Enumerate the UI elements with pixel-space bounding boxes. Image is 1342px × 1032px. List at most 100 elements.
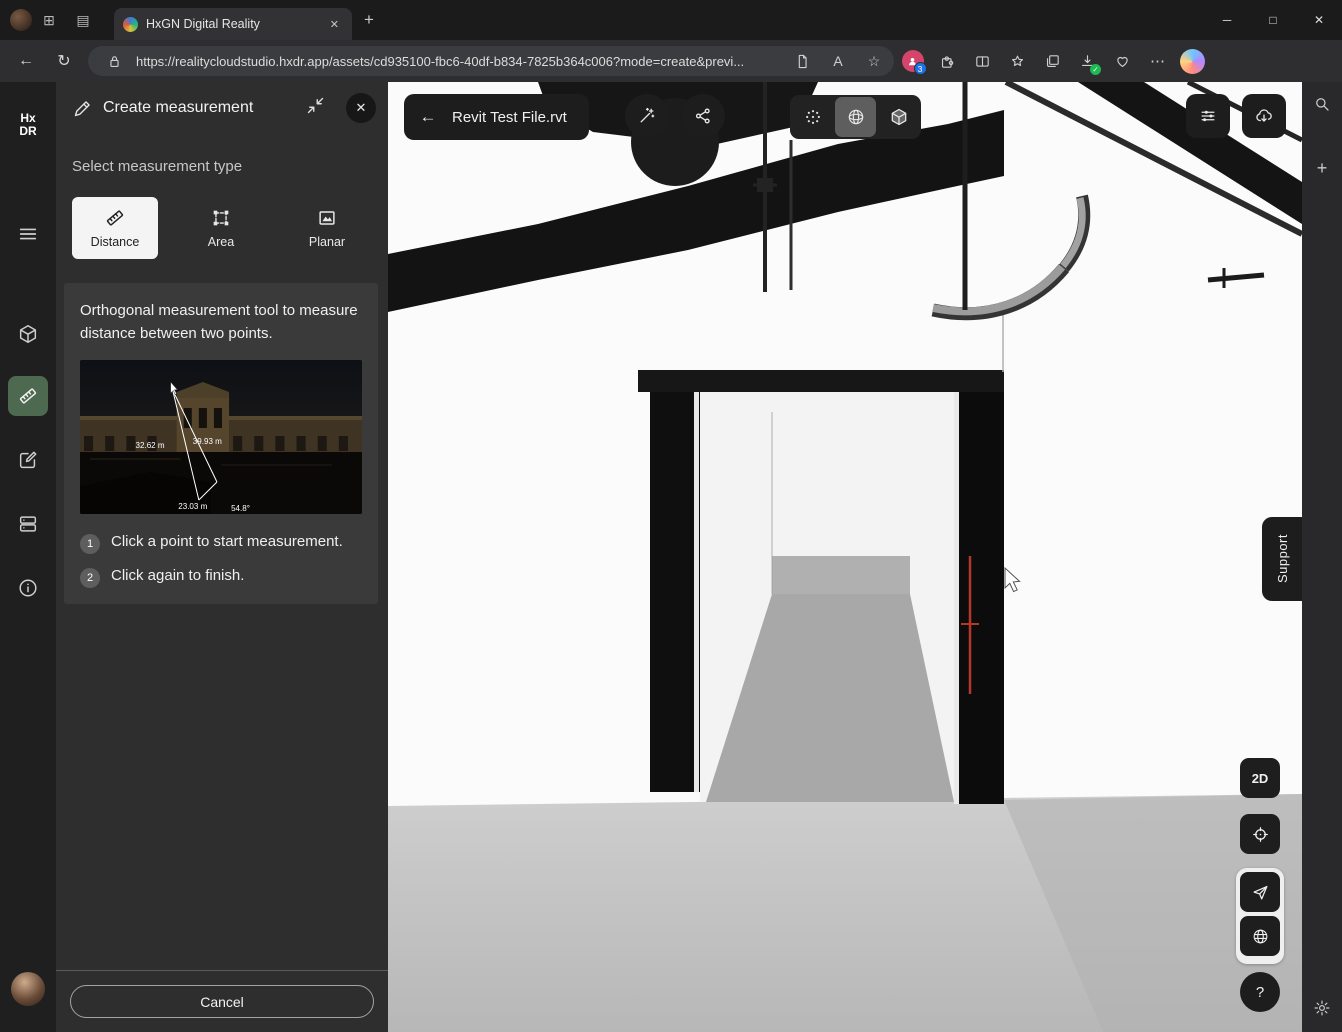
extensions-icon[interactable] [931,45,964,77]
copilot-icon[interactable] [1180,49,1205,74]
fly-navigation-button[interactable] [1240,872,1280,912]
share-button[interactable] [681,94,725,138]
type-area-label: Area [208,235,234,249]
window-controls: ─ □ ✕ [1204,0,1342,40]
panel-title: Create measurement [103,99,291,117]
create-measurement-panel: Create measurement ✕ Select measurement … [56,82,388,1032]
tab-favicon [123,17,138,32]
edge-sidebar: + [1302,82,1342,1032]
asset-file-name: Revit Test File.rvt [452,109,567,126]
close-panel-button[interactable]: ✕ [346,93,376,123]
type-distance-button[interactable]: Distance [72,197,158,259]
tab-strip: ⊞ ▤ HxGN Digital Reality ✕ + ─ □ ✕ [0,0,1342,40]
type-distance-label: Distance [91,235,140,249]
refresh-button[interactable]: ↻ [46,45,82,77]
tab-close-icon[interactable]: ✕ [326,16,343,33]
locate-button[interactable] [1240,814,1280,854]
sidebar-add-icon[interactable]: + [1306,152,1338,184]
cloud-download-button[interactable] [1242,94,1286,138]
support-tab[interactable]: Support [1262,517,1302,601]
thumb-label-a: 32.62 m [136,441,165,450]
left-wall-panel [650,392,700,792]
globe-navigation-button[interactable] [1240,916,1280,956]
render-mode-toolbar [790,95,921,139]
info-button[interactable] [8,568,48,608]
url-text[interactable]: https://realitycloudstudio.hxdr.app/asse… [136,54,780,69]
collapse-panel-icon[interactable] [301,91,330,125]
help-label: ? [1256,984,1264,1001]
measurement-type-label: Select measurement type [72,158,372,175]
mesh-mode-button[interactable] [835,97,876,137]
browser-back-button[interactable]: ← [8,45,44,77]
sidebar-settings-icon[interactable] [1306,992,1338,1024]
3d-scene[interactable] [388,82,1302,1032]
tool-example-image: 32.62 m 39.93 m 23.03 m 54.8° [80,360,362,514]
downloads-icon[interactable]: ✓ [1071,45,1104,77]
type-planar-button[interactable]: Planar [284,197,370,259]
measurement-tool-button[interactable] [8,376,48,416]
favorites-bar-icon[interactable] [1001,45,1034,77]
browser-tab[interactable]: HxGN Digital Reality ✕ [114,8,352,40]
layers-button[interactable] [8,504,48,544]
extension-avatar: 3 [902,50,924,72]
tab-title: HxGN Digital Reality [146,17,318,31]
page-actions-icon[interactable] [788,48,816,74]
main-menu-button[interactable] [8,214,48,254]
step-1-number: 1 [80,534,100,554]
models-3d-button[interactable] [8,314,48,354]
address-bar: ← ↻ https://realitycloudstudio.hxdr.app/… [0,40,1342,82]
read-aloud-icon[interactable]: A [824,48,852,74]
split-screen-icon[interactable] [966,45,999,77]
help-button[interactable]: ? [1240,972,1280,1012]
sidebar-search-icon[interactable] [1306,88,1338,120]
app-rail: Hx DR [0,82,56,1032]
model-mode-button[interactable] [878,97,919,137]
viewer-back-button[interactable]: ← [412,101,444,133]
tool-description-card: Orthogonal measurement tool to measure d… [64,283,378,604]
2d-mode-button[interactable]: 2D [1240,758,1280,798]
lock-icon[interactable] [100,48,128,74]
thumb-label-c: 23.03 m [178,502,207,511]
measure-edit-icon [72,98,93,119]
extension-badge: 3 [914,62,927,75]
favorite-star-icon[interactable]: ☆ [860,48,888,74]
step-2-text: Click again to finish. [111,566,244,586]
type-planar-label: Planar [309,235,345,249]
right-wall-panel [954,392,1004,804]
step-2-number: 2 [80,568,100,588]
type-area-button[interactable]: Area [178,197,264,259]
password-extension-icon[interactable]: 3 [896,45,929,77]
measurement-type-row: Distance Area Planar [72,197,372,259]
browser-essentials-icon[interactable] [1106,45,1139,77]
collections-icon[interactable] [1036,45,1069,77]
cancel-button[interactable]: Cancel [70,985,374,1018]
magic-wand-button[interactable] [625,94,669,138]
new-tab-button[interactable]: + [352,6,386,34]
panel-header: Create measurement ✕ [56,82,388,134]
user-avatar[interactable] [11,972,45,1006]
panel-footer: Cancel [56,970,388,1032]
support-label: Support [1275,534,1290,583]
point-cloud-mode-button[interactable] [792,97,833,137]
download-complete-badge: ✓ [1090,64,1101,75]
step-1-text: Click a point to start measurement. [111,532,343,552]
tab-list-icon[interactable]: ▤ [66,5,100,35]
close-button[interactable]: ✕ [1296,0,1342,40]
workspaces-icon[interactable]: ⊞ [32,5,66,35]
browser-profile-avatar[interactable] [10,9,32,31]
minimize-button[interactable]: ─ [1204,0,1250,40]
door-header [638,370,1004,392]
navigation-group [1236,868,1284,964]
annotation-tool-button[interactable] [8,440,48,480]
url-field[interactable]: https://realitycloudstudio.hxdr.app/asse… [88,46,894,76]
steps-list: 1 Click a point to start measurement. 2 … [80,532,362,588]
2d-label: 2D [1252,771,1269,786]
viewer-settings-button[interactable] [1186,94,1230,138]
viewer-area[interactable]: ← Revit Test File.rvt [388,82,1302,1032]
settings-more-icon[interactable]: ⋯ [1141,45,1174,77]
maximize-button[interactable]: □ [1250,0,1296,40]
tool-description: Orthogonal measurement tool to measure d… [80,299,362,346]
asset-header: ← Revit Test File.rvt [404,94,589,140]
step-2: 2 Click again to finish. [80,566,362,588]
thumb-label-b: 39.93 m [193,437,222,446]
